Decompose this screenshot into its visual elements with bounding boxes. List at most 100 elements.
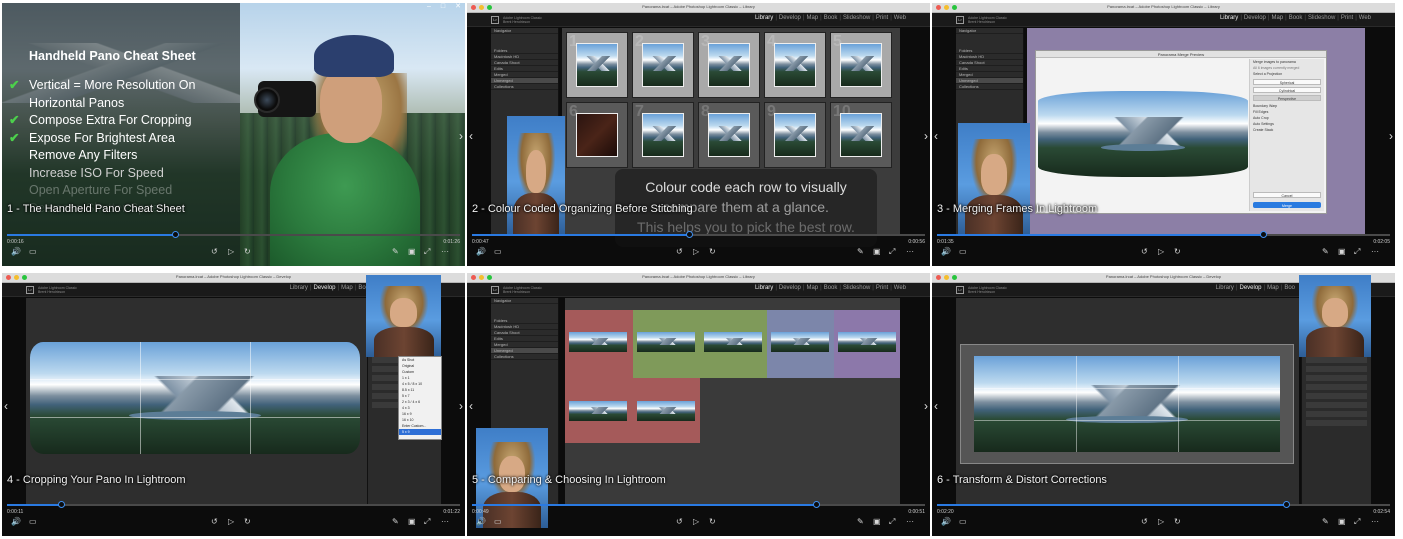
rewind-icon[interactable]: ↺ bbox=[1141, 518, 1148, 526]
progress-track[interactable] bbox=[472, 501, 925, 508]
volume-icon[interactable]: 🔊 bbox=[476, 248, 486, 256]
merge-button[interactable]: Merge bbox=[1253, 202, 1321, 208]
play-icon[interactable]: ▷ bbox=[693, 518, 699, 526]
thumbnail[interactable] bbox=[704, 332, 762, 352]
module-library[interactable]: Library bbox=[755, 285, 773, 291]
pen-icon[interactable]: ✎ bbox=[857, 248, 864, 256]
grid-cell[interactable]: 2 bbox=[632, 32, 694, 98]
module-develop[interactable]: Develop bbox=[1244, 15, 1266, 21]
play-icon[interactable]: ▷ bbox=[1158, 248, 1164, 256]
progress-track[interactable] bbox=[937, 231, 1390, 238]
subtitles-icon[interactable]: ▭ bbox=[29, 518, 37, 526]
thumbnail[interactable] bbox=[771, 332, 829, 352]
next-arrow-icon[interactable]: › bbox=[1389, 129, 1393, 143]
thumbnail[interactable] bbox=[838, 332, 896, 352]
previous-arrow-icon[interactable]: ‹ bbox=[934, 129, 938, 143]
progress-knob[interactable] bbox=[58, 501, 66, 508]
module-print[interactable]: Print bbox=[1341, 15, 1353, 21]
perspective-button[interactable]: Perspective bbox=[1253, 95, 1321, 101]
play-icon[interactable]: ▷ bbox=[228, 248, 234, 256]
grid-cell[interactable]: 8 bbox=[698, 102, 760, 168]
module-library[interactable]: Library bbox=[1220, 15, 1238, 21]
progress-knob[interactable] bbox=[1260, 231, 1268, 238]
progress-knob[interactable] bbox=[813, 501, 821, 508]
volume-icon[interactable]: 🔊 bbox=[11, 518, 21, 526]
forward-icon[interactable]: ↻ bbox=[709, 518, 716, 526]
volume-icon[interactable]: 🔊 bbox=[11, 248, 21, 256]
close-icon[interactable]: ✕ bbox=[455, 3, 461, 12]
pen-icon[interactable]: ✎ bbox=[1322, 248, 1329, 256]
next-arrow-icon[interactable]: › bbox=[924, 399, 928, 413]
grid-cell[interactable]: 9 bbox=[764, 102, 826, 168]
volume-icon[interactable]: 🔊 bbox=[941, 248, 951, 256]
module-web[interactable]: Web bbox=[894, 285, 906, 291]
fullscreen-icon[interactable]: ⤢ bbox=[1354, 248, 1360, 256]
pen-icon[interactable]: ✎ bbox=[392, 248, 399, 256]
more-icon[interactable]: ··· bbox=[1371, 248, 1379, 256]
thumbnail[interactable] bbox=[569, 401, 627, 421]
next-arrow-icon[interactable]: › bbox=[459, 399, 463, 413]
module-map[interactable]: Map bbox=[1267, 285, 1279, 291]
video-tile-5[interactable]: Panorama.lrcat – Adobe Photoshop Lightro… bbox=[467, 273, 930, 536]
volume-icon[interactable]: 🔊 bbox=[476, 518, 486, 526]
next-arrow-icon[interactable]: › bbox=[459, 129, 463, 143]
pip-icon[interactable]: ▣ bbox=[408, 248, 416, 256]
cancel-button[interactable]: Cancel bbox=[1253, 192, 1321, 198]
video-tile-3[interactable]: Panorama.lrcat – Adobe Photoshop Lightro… bbox=[932, 3, 1395, 266]
pen-icon[interactable]: ✎ bbox=[392, 518, 399, 526]
module-print[interactable]: Print bbox=[876, 285, 888, 291]
progress-track[interactable] bbox=[7, 231, 460, 238]
pen-icon[interactable]: ✎ bbox=[1322, 518, 1329, 526]
rewind-icon[interactable]: ↺ bbox=[211, 518, 218, 526]
minimize-icon[interactable]: – bbox=[427, 3, 431, 12]
module-print[interactable]: Print bbox=[876, 15, 888, 21]
grid-cell[interactable]: 3 bbox=[698, 32, 760, 98]
module-library[interactable]: Library bbox=[755, 15, 773, 21]
menu-item[interactable]: 5 x 9 bbox=[399, 429, 441, 435]
volume-icon[interactable]: 🔊 bbox=[941, 518, 951, 526]
more-icon[interactable]: ··· bbox=[1371, 518, 1379, 526]
module-map[interactable]: Map bbox=[806, 15, 818, 21]
fullscreen-icon[interactable]: ⤢ bbox=[1354, 518, 1360, 526]
previous-arrow-icon[interactable]: ‹ bbox=[469, 129, 473, 143]
forward-icon[interactable]: ↻ bbox=[709, 248, 716, 256]
fullscreen-icon[interactable]: ⤢ bbox=[424, 248, 430, 256]
module-library[interactable]: Library bbox=[290, 285, 308, 291]
previous-arrow-icon[interactable]: ‹ bbox=[4, 399, 8, 413]
progress-track[interactable] bbox=[7, 501, 460, 508]
module-web[interactable]: Web bbox=[894, 15, 906, 21]
module-book[interactable]: Boo bbox=[1284, 285, 1295, 291]
cylindrical-button[interactable]: Cylindrical bbox=[1253, 87, 1321, 93]
grid-cell[interactable]: 7 bbox=[632, 102, 694, 168]
video-tile-2[interactable]: Panorama.lrcat – Adobe Photoshop Lightro… bbox=[467, 3, 930, 266]
grid-cell[interactable]: 10 bbox=[830, 102, 892, 168]
pip-icon[interactable]: ▣ bbox=[408, 518, 416, 526]
module-slideshow[interactable]: Slideshow bbox=[843, 15, 870, 21]
maximize-icon[interactable]: □ bbox=[441, 3, 445, 12]
thumbnail[interactable] bbox=[569, 332, 627, 352]
subtitles-icon[interactable]: ▭ bbox=[959, 248, 967, 256]
module-map[interactable]: Map bbox=[806, 285, 818, 291]
video-tile-4[interactable]: Panorama.lrcat – Adobe Photoshop Lightro… bbox=[2, 273, 465, 536]
grid-cell[interactable]: 6 bbox=[566, 102, 628, 168]
pip-icon[interactable]: ▣ bbox=[1338, 518, 1346, 526]
progress-track[interactable] bbox=[937, 501, 1390, 508]
module-library[interactable]: Library bbox=[1216, 285, 1234, 291]
play-icon[interactable]: ▷ bbox=[693, 248, 699, 256]
module-develop[interactable]: Develop bbox=[1240, 285, 1262, 291]
module-develop[interactable]: Develop bbox=[314, 285, 336, 291]
next-arrow-icon[interactable]: › bbox=[924, 129, 928, 143]
progress-knob[interactable] bbox=[1282, 501, 1290, 508]
module-map[interactable]: Map bbox=[341, 285, 353, 291]
subtitles-icon[interactable]: ▭ bbox=[29, 248, 37, 256]
pen-icon[interactable]: ✎ bbox=[857, 518, 864, 526]
forward-icon[interactable]: ↻ bbox=[1174, 518, 1181, 526]
play-icon[interactable]: ▷ bbox=[1158, 518, 1164, 526]
previous-arrow-icon[interactable]: ‹ bbox=[934, 399, 938, 413]
progress-knob[interactable] bbox=[171, 231, 179, 238]
more-icon[interactable]: ··· bbox=[906, 518, 914, 526]
module-web[interactable]: Web bbox=[1359, 15, 1371, 21]
subtitles-icon[interactable]: ▭ bbox=[494, 248, 502, 256]
fullscreen-icon[interactable]: ⤢ bbox=[889, 248, 895, 256]
previous-arrow-icon[interactable]: ‹ bbox=[469, 399, 473, 413]
